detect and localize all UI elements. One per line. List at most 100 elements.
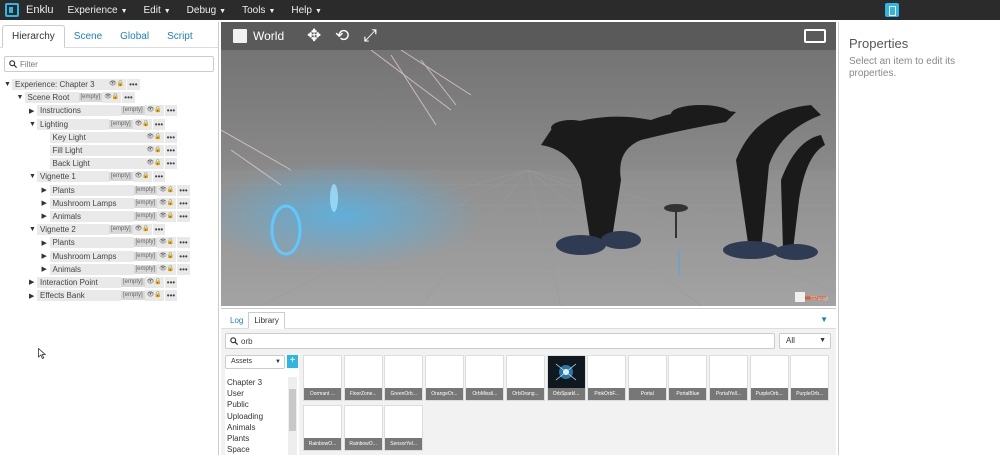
tab-hierarchy[interactable]: Hierarchy	[2, 25, 65, 48]
expand-right-icon[interactable]: ▶	[29, 107, 37, 115]
hierarchy-row[interactable]: ▼ Scene Root [empty] 👁🔒 •••	[0, 91, 218, 104]
category-public[interactable]: Public	[227, 399, 263, 410]
move-icon[interactable]: ✥	[304, 26, 324, 46]
more-icon[interactable]: •••	[164, 145, 177, 157]
world-space-checkbox[interactable]	[233, 29, 247, 43]
assets-source-select[interactable]: Assets ▼	[225, 355, 285, 369]
eye-lock-icon[interactable]: 👁🔒	[157, 197, 177, 209]
asset-tile[interactable]: PinkOrbF...	[587, 355, 627, 401]
hierarchy-row[interactable]: ▶ Animals [empty] 👁🔒 •••	[0, 263, 218, 276]
expand-right-icon[interactable]: ▶	[42, 186, 50, 194]
eye-lock-icon[interactable]: 👁🔒	[144, 276, 164, 288]
eye-lock-icon[interactable]: 👁🔒	[132, 118, 152, 130]
more-icon[interactable]: •••	[164, 276, 178, 288]
asset-tile[interactable]: OrbMissil...	[465, 355, 505, 401]
more-icon[interactable]: •••	[152, 118, 166, 130]
menu-debug[interactable]: Debug ▼	[187, 5, 226, 16]
more-icon[interactable]: •••	[127, 79, 140, 91]
more-icon[interactable]: •••	[152, 171, 166, 183]
hierarchy-row[interactable]: ▼ Experience: Chapter 3 👁🔒 •••	[0, 78, 218, 91]
more-icon[interactable]: •••	[177, 237, 190, 249]
eye-lock-icon[interactable]: 👁🔒	[157, 210, 177, 222]
fullscreen-icon[interactable]	[804, 29, 826, 43]
category-space[interactable]: Space	[227, 444, 263, 455]
expand-right-icon[interactable]: ▶	[42, 212, 50, 220]
more-icon[interactable]: •••	[164, 158, 177, 170]
tab-scene[interactable]: Scene	[65, 26, 111, 47]
expand-down-icon[interactable]: ▼	[17, 94, 25, 101]
eye-lock-icon[interactable]: 👁🔒	[157, 184, 177, 196]
eye-lock-icon[interactable]: 👁🔒	[144, 290, 164, 302]
menu-help[interactable]: Help ▼	[291, 5, 322, 16]
hierarchy-row[interactable]: ▶ Mushroom Lamps [empty] 👁🔒 •••	[0, 197, 218, 210]
tab-log[interactable]: Log	[225, 313, 248, 328]
hierarchy-row[interactable]: ▶ Plants [empty] 👁🔒 •••	[0, 184, 218, 197]
expand-down-icon[interactable]: ▼	[4, 81, 12, 88]
more-icon[interactable]: •••	[177, 210, 190, 222]
more-icon[interactable]: •••	[177, 184, 190, 196]
asset-tile[interactable]: PurpleOrb...	[749, 355, 789, 401]
eye-lock-icon[interactable]: 👁🔒	[132, 224, 152, 236]
expand-down-icon[interactable]: ▼	[29, 121, 37, 128]
asset-tile[interactable]: PortalYell...	[709, 355, 748, 401]
hierarchy-row[interactable]: ▶Fill Light👁🔒•••	[0, 144, 218, 157]
expand-right-icon[interactable]: ▶	[42, 239, 50, 247]
menu-experience[interactable]: Experience ▼	[68, 5, 128, 16]
hierarchy-row[interactable]: ▶Key Light👁🔒•••	[0, 131, 218, 144]
hierarchy-row[interactable]: ▶ Mushroom Lamps [empty] 👁🔒 •••	[0, 249, 218, 262]
add-asset-button[interactable]: +	[287, 355, 298, 368]
more-icon[interactable]: •••	[152, 224, 166, 236]
eye-lock-icon[interactable]: 👁🔒	[144, 145, 164, 157]
category-user[interactable]: User	[227, 388, 263, 399]
asset-tile[interactable]: OrbSparkl...	[546, 355, 586, 401]
menu-tools[interactable]: Tools ▼	[242, 5, 275, 16]
filter-input[interactable]	[20, 59, 200, 69]
hierarchy-row[interactable]: ▼ Vignette 2 [empty] 👁🔒 •••	[0, 223, 218, 236]
asset-tile[interactable]: PurpleOrb...	[790, 355, 830, 401]
asset-tile[interactable]: RainbowO...	[303, 405, 342, 451]
hierarchy-row[interactable]: ▶ Animals [empty] 👁🔒 •••	[0, 210, 218, 223]
asset-tile[interactable]: Portal	[627, 355, 667, 401]
menu-edit[interactable]: Edit ▼	[144, 5, 171, 16]
eye-lock-icon[interactable]: 👁🔒	[102, 92, 122, 104]
collapse-chevron-icon[interactable]: ▼	[820, 315, 828, 324]
category-scrollbar[interactable]	[288, 377, 297, 455]
asset-tile[interactable]: Dormant ...	[303, 355, 342, 401]
asset-tile[interactable]: SensorYel...	[384, 405, 424, 451]
hierarchy-row[interactable]: ▼ Lighting [empty] 👁🔒 •••	[0, 118, 218, 131]
asset-tile[interactable]: OrangeOr...	[424, 355, 464, 401]
rotate-icon[interactable]: ⟲	[332, 26, 352, 46]
asset-tile[interactable]: FloorZone...	[343, 355, 383, 401]
asset-tile[interactable]: PortalBlue	[668, 355, 708, 401]
asset-tile[interactable]: OrbOrang...	[506, 355, 545, 401]
eye-lock-icon[interactable]: 👁🔒	[157, 263, 177, 275]
more-icon[interactable]: •••	[177, 263, 190, 275]
expand-right-icon[interactable]: ▶	[42, 265, 50, 273]
scene-viewport[interactable]: World ✥ ⟲ ⤢ ©Passp	[221, 22, 836, 306]
more-icon[interactable]: •••	[177, 197, 190, 209]
tab-library[interactable]: Library	[248, 312, 285, 329]
eye-lock-icon[interactable]: 👁🔒	[144, 158, 164, 170]
library-filter-select[interactable]: All ▼	[779, 333, 831, 349]
hierarchy-row[interactable]: ▶ Effects Bank [empty] 👁🔒 •••	[0, 289, 218, 302]
more-icon[interactable]: •••	[164, 290, 178, 302]
more-icon[interactable]: •••	[164, 131, 177, 143]
eye-lock-icon[interactable]: 👁🔒	[157, 250, 177, 262]
category-animals[interactable]: Animals	[227, 422, 263, 433]
user-badge-icon[interactable]	[885, 3, 899, 17]
scale-icon[interactable]: ⤢	[360, 26, 380, 46]
scrollbar-thumb[interactable]	[289, 389, 296, 431]
expand-right-icon[interactable]: ▶	[29, 292, 37, 300]
hierarchy-row[interactable]: ▶ Interaction Point [empty] 👁🔒 •••	[0, 276, 218, 289]
more-icon[interactable]: •••	[122, 92, 135, 104]
library-search-input[interactable]	[241, 336, 741, 346]
more-icon[interactable]: •••	[177, 250, 190, 262]
hierarchy-row[interactable]: ▶Back Light👁🔒•••	[0, 157, 218, 170]
tab-script[interactable]: Script	[158, 26, 202, 47]
expand-right-icon[interactable]: ▶	[29, 278, 37, 286]
eye-lock-icon[interactable]: 👁🔒	[144, 105, 164, 117]
eye-lock-icon[interactable]: 👁🔒	[132, 171, 152, 183]
hierarchy-row[interactable]: ▼ Vignette 1 [empty] 👁🔒 •••	[0, 170, 218, 183]
category-uploading[interactable]: Uploading	[227, 411, 263, 422]
expand-right-icon[interactable]: ▶	[42, 199, 50, 207]
